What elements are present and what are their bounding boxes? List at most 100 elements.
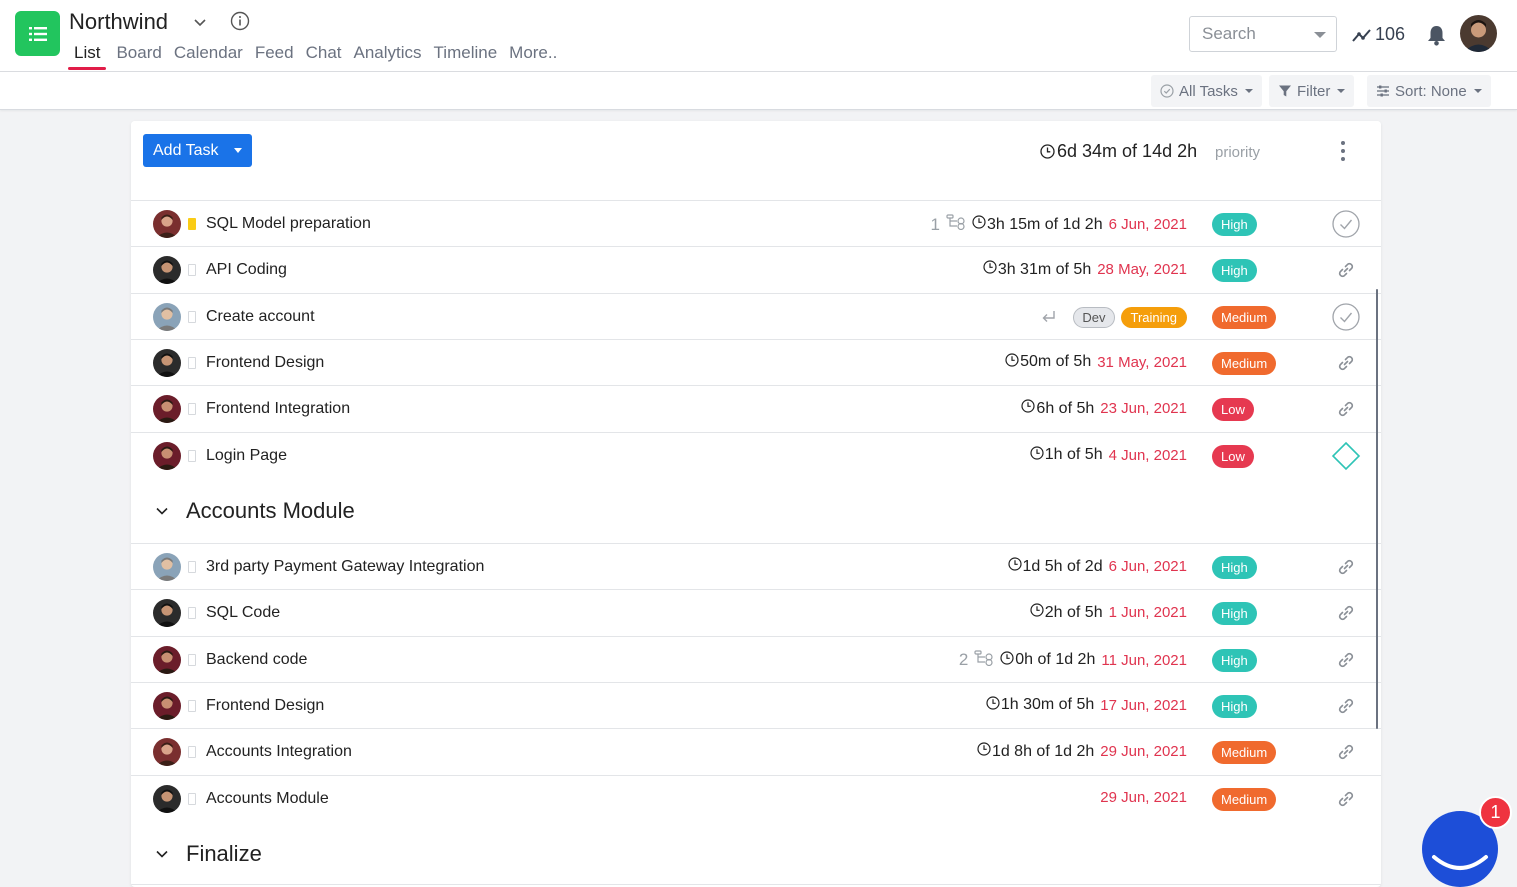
- due-date[interactable]: 29 Jun, 2021: [1100, 743, 1187, 760]
- task-row[interactable]: API Coding 3h 31m of 5h 28 May, 2021 High: [131, 246, 1381, 292]
- chevron-down-icon[interactable]: [192, 14, 208, 30]
- time-tracked[interactable]: 2h of 5h: [1030, 603, 1103, 622]
- assignee-avatar[interactable]: [153, 348, 181, 377]
- tab-analytics[interactable]: Analytics: [354, 43, 422, 63]
- color-flag[interactable]: [188, 699, 196, 712]
- task-name[interactable]: 3rd party Payment Gateway Integration: [206, 558, 484, 576]
- task-row[interactable]: SQL Model preparation 1 3h 15m of 1d 2h 6 J…: [131, 200, 1381, 246]
- assignee-avatar[interactable]: [153, 441, 181, 470]
- color-flag[interactable]: [188, 607, 196, 620]
- assignee-avatar[interactable]: [153, 395, 181, 424]
- assignee-avatar[interactable]: [153, 691, 181, 720]
- priority-badge[interactable]: High: [1212, 602, 1257, 626]
- color-flag[interactable]: [188, 449, 196, 462]
- time-tracked[interactable]: 1d 5h of 2d: [1007, 557, 1103, 576]
- task-link-button[interactable]: [1331, 645, 1361, 675]
- add-task-menu-toggle[interactable]: [223, 134, 252, 167]
- task-name[interactable]: SQL Model preparation: [206, 215, 371, 233]
- task-row[interactable]: Backend code 2 0h of 1d 2h 11 Jun, 2021 High: [131, 635, 1381, 682]
- task-group-header[interactable]: Accounts Module: [131, 479, 1381, 543]
- due-date[interactable]: 4 Jun, 2021: [1109, 447, 1187, 464]
- time-tracked[interactable]: 50m of 5h: [1005, 353, 1091, 372]
- subtask-count[interactable]: 1: [930, 214, 965, 235]
- complete-task-button[interactable]: [1331, 302, 1361, 332]
- tab-chat[interactable]: Chat: [306, 43, 342, 63]
- due-date[interactable]: 31 May, 2021: [1097, 354, 1187, 371]
- color-flag[interactable]: [188, 310, 196, 323]
- sort-dropdown[interactable]: Sort: None: [1367, 75, 1491, 107]
- due-date[interactable]: 6 Jun, 2021: [1109, 558, 1187, 575]
- task-name[interactable]: Login Page: [206, 447, 287, 465]
- priority-badge[interactable]: Medium: [1212, 305, 1277, 329]
- task-row[interactable]: 3rd party Payment Gateway Integration 1d …: [131, 543, 1381, 589]
- task-name[interactable]: API Coding: [206, 261, 287, 279]
- priority-badge[interactable]: Medium: [1212, 741, 1277, 765]
- add-task-button[interactable]: Add Task: [143, 134, 252, 167]
- color-flag[interactable]: [188, 746, 196, 759]
- info-icon[interactable]: [230, 11, 250, 31]
- color-flag[interactable]: [188, 218, 196, 230]
- tab-list[interactable]: List: [67, 43, 107, 70]
- assignee-avatar[interactable]: [153, 256, 181, 285]
- time-tracked[interactable]: 1h 30m of 5h: [986, 696, 1094, 715]
- color-flag[interactable]: [188, 356, 196, 369]
- assignee-avatar[interactable]: [153, 738, 181, 767]
- task-link-button[interactable]: [1331, 552, 1361, 582]
- task-name[interactable]: SQL Code: [206, 604, 280, 622]
- due-date[interactable]: 11 Jun, 2021: [1101, 652, 1187, 669]
- assignee-avatar[interactable]: [153, 553, 181, 581]
- task-link-button[interactable]: [1331, 691, 1361, 721]
- task-row[interactable]: Frontend Design 1h 30m of 5h 17 Jun, 2021 H…: [131, 681, 1381, 728]
- task-row[interactable]: Accounts Module 29 Jun, 2021 Medium: [131, 774, 1381, 821]
- complete-task-button[interactable]: [1331, 209, 1361, 239]
- task-name[interactable]: Frontend Design: [206, 354, 324, 372]
- time-tracked[interactable]: 3h 15m of 1d 2h: [972, 215, 1103, 234]
- tab-calendar[interactable]: Calendar: [174, 43, 243, 63]
- assignee-avatar[interactable]: [153, 599, 181, 628]
- task-row[interactable]: Accounts Integration 1d 8h of 1d 2h 29 Jun…: [131, 728, 1381, 774]
- task-name[interactable]: Backend code: [206, 651, 307, 669]
- assignee-avatar[interactable]: [153, 784, 181, 813]
- time-tracked[interactable]: 0h of 1d 2h: [1000, 650, 1095, 670]
- assignee-avatar[interactable]: [153, 302, 181, 331]
- due-date[interactable]: 6 Jun, 2021: [1109, 216, 1187, 233]
- color-flag[interactable]: [188, 264, 196, 277]
- time-tracked[interactable]: 6h of 5h: [1021, 399, 1094, 418]
- assignee-avatar[interactable]: [153, 210, 181, 238]
- task-link-button[interactable]: [1331, 784, 1361, 814]
- bell-icon[interactable]: [1426, 24, 1447, 46]
- task-row[interactable]: Create account Dev Training Medium: [131, 292, 1381, 339]
- task-name[interactable]: Frontend Integration: [206, 400, 350, 418]
- color-flag[interactable]: [188, 792, 196, 805]
- tab-more[interactable]: More..: [509, 43, 557, 63]
- priority-badge[interactable]: Low: [1212, 398, 1254, 422]
- task-tag[interactable]: Training: [1120, 306, 1187, 328]
- priority-column-header[interactable]: priority: [1215, 144, 1260, 161]
- priority-badge[interactable]: Medium: [1212, 787, 1277, 811]
- task-link-button[interactable]: [1331, 394, 1361, 424]
- chevron-down-icon[interactable]: [155, 847, 169, 861]
- assignee-avatar[interactable]: [153, 645, 181, 674]
- priority-badge[interactable]: Low: [1212, 444, 1254, 468]
- group-title[interactable]: Finalize: [186, 841, 262, 867]
- time-tracked[interactable]: 1d 8h of 1d 2h: [977, 742, 1094, 761]
- task-name[interactable]: Frontend Design: [206, 697, 324, 715]
- task-name[interactable]: Accounts Integration: [206, 743, 352, 761]
- more-vertical-icon[interactable]: [1339, 140, 1347, 162]
- color-flag[interactable]: [188, 561, 196, 573]
- task-row[interactable]: Frontend Design 50m of 5h 31 May, 2021 Medi…: [131, 338, 1381, 385]
- tab-feed[interactable]: Feed: [255, 43, 294, 63]
- user-avatar[interactable]: [1460, 15, 1497, 52]
- task-link-button[interactable]: [1331, 737, 1361, 767]
- due-date[interactable]: 23 Jun, 2021: [1100, 400, 1187, 417]
- task-link-button[interactable]: [1331, 255, 1361, 285]
- task-link-button[interactable]: [1331, 598, 1361, 628]
- due-date[interactable]: 1 Jun, 2021: [1109, 604, 1187, 621]
- tab-timeline[interactable]: Timeline: [434, 43, 498, 63]
- filter-dropdown[interactable]: Filter: [1269, 75, 1355, 107]
- task-name[interactable]: Create account: [206, 308, 315, 326]
- color-flag[interactable]: [188, 403, 196, 416]
- project-title[interactable]: Northwind: [69, 9, 168, 35]
- due-date[interactable]: 28 May, 2021: [1097, 261, 1187, 278]
- milestone-button[interactable]: [1331, 441, 1361, 471]
